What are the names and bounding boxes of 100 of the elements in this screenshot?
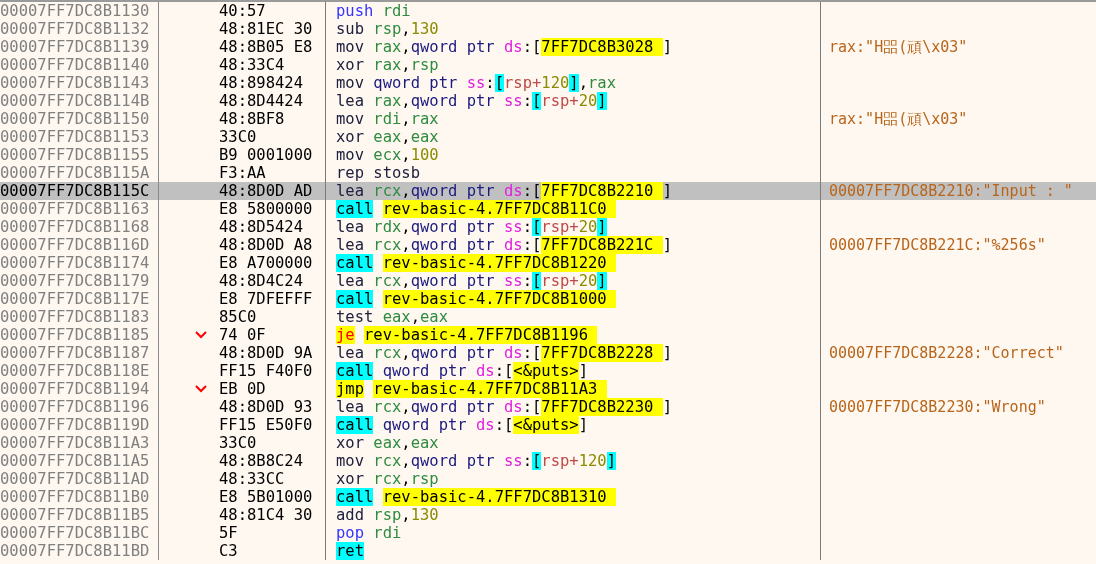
- bytes-cell: E8 A700000: [219, 254, 313, 272]
- bytes-cell: 5F: [219, 524, 238, 542]
- address-cell: 00007FF7DC8B1163: [0, 200, 150, 218]
- instruction-cell: pop rdi: [336, 524, 402, 542]
- bytes-cell: 33C0: [219, 434, 257, 452]
- instruction-cell: add rsp,130: [336, 506, 439, 524]
- bytes-cell: B9 0001000: [219, 146, 313, 164]
- bytes-cell: 48:8B05 E8: [219, 38, 313, 56]
- instruction-cell: sub rsp,130: [336, 20, 439, 38]
- instruction-cell: push rdi: [336, 2, 411, 20]
- table-row[interactable]: 00007FF7DC8B1187 48:8D0D 9A lea rcx,qword ptr ds:[7FF7DC8B2228 ] 00007FF7DC8B2228:"Correct": [0, 344, 1096, 362]
- address-cell: 00007FF7DC8B1143: [0, 74, 150, 92]
- bytes-cell: FF15 F40F0: [219, 362, 313, 380]
- bytes-cell: 48:81EC 30: [219, 20, 313, 38]
- bytes-cell: E8 5800000: [219, 200, 313, 218]
- bytes-cell: 48:8D0D AD: [219, 182, 313, 200]
- instruction-cell: mov rcx,qword ptr ss:[rsp+120]: [336, 452, 617, 470]
- table-row[interactable]: 00007FF7DC8B1155 B9 0001000 mov ecx,100: [0, 146, 1096, 164]
- instruction-cell: lea rcx,qword ptr ds:[7FF7DC8B2230 ]: [336, 398, 672, 416]
- address-cell: 00007FF7DC8B1139: [0, 38, 150, 56]
- instruction-cell: test eax,eax: [336, 308, 448, 326]
- table-row[interactable]: 00007FF7DC8B114B 48:8D4424 lea rax,qword ptr ss:[rsp+20]: [0, 92, 1096, 110]
- address-cell: 00007FF7DC8B1150: [0, 110, 150, 128]
- instruction-cell: jmp rev-basic-4.7FF7DC8B11A3: [336, 380, 607, 398]
- table-row[interactable]: 00007FF7DC8B11A5 48:8B8C24 mov rcx,qword ptr ss:[rsp+120]: [0, 452, 1096, 470]
- address-cell: 00007FF7DC8B1183: [0, 308, 150, 326]
- address-cell: 00007FF7DC8B1196: [0, 398, 150, 416]
- address-cell: 00007FF7DC8B115A: [0, 164, 150, 182]
- bytes-cell: 74 0F: [219, 326, 266, 344]
- address-cell: 00007FF7DC8B1132: [0, 20, 150, 38]
- instruction-cell: xor eax,eax: [336, 128, 439, 146]
- bytes-cell: C3: [219, 542, 238, 560]
- instruction-cell: call rev-basic-4.7FF7DC8B11C0: [336, 200, 616, 218]
- bytes-cell: 48:898424: [219, 74, 303, 92]
- address-cell: 00007FF7DC8B1140: [0, 56, 150, 74]
- table-row[interactable]: 00007FF7DC8B1194 EB 0D jmp rev-basic-4.7FF7DC8B11A3: [0, 380, 1096, 398]
- instruction-cell: lea rdx,qword ptr ss:[rsp+20]: [336, 218, 607, 236]
- address-cell: 00007FF7DC8B11A3: [0, 434, 150, 452]
- comment-cell: rax:"H㗊(頑\x03": [829, 110, 968, 128]
- address-cell: 00007FF7DC8B114B: [0, 92, 150, 110]
- instruction-cell: mov rdi,rax: [336, 110, 439, 128]
- address-cell: 00007FF7DC8B115C: [0, 182, 150, 200]
- bytes-cell: 48:8D0D A8: [219, 236, 313, 254]
- table-row[interactable]: 00007FF7DC8B115C 48:8D0D AD lea rcx,qword ptr ds:[7FF7DC8B2210 ] 00007FF7DC8B2210:"Input : ": [0, 182, 1096, 200]
- address-cell: 00007FF7DC8B1187: [0, 344, 150, 362]
- bytes-cell: 48:8B8C24: [219, 452, 303, 470]
- table-row[interactable]: 00007FF7DC8B117E E8 7DFEFFF call rev-basic-4.7FF7DC8B1000: [0, 290, 1096, 308]
- instruction-cell: call rev-basic-4.7FF7DC8B1000: [336, 290, 616, 308]
- instruction-cell: call rev-basic-4.7FF7DC8B1220: [336, 254, 616, 272]
- comment-cell: 00007FF7DC8B2228:"Correct": [829, 344, 1064, 362]
- instruction-cell: xor eax,eax: [336, 434, 439, 452]
- instruction-cell: ret: [336, 542, 364, 560]
- bytes-cell: 48:8D0D 93: [219, 398, 313, 416]
- bytes-cell: 33C0: [219, 128, 257, 146]
- instruction-cell: mov rax,qword ptr ds:[7FF7DC8B3028 ]: [336, 38, 672, 56]
- table-row[interactable]: 00007FF7DC8B119D FF15 E50F0 call qword ptr ds:[<&puts>]: [0, 416, 1096, 434]
- instruction-cell: call qword ptr ds:[<&puts>]: [336, 416, 588, 434]
- bytes-cell: EB 0D: [219, 380, 266, 398]
- address-cell: 00007FF7DC8B116D: [0, 236, 150, 254]
- bytes-cell: E8 5B01000: [219, 488, 313, 506]
- address-cell: 00007FF7DC8B1174: [0, 254, 150, 272]
- bytes-cell: 48:81C4 30: [219, 506, 313, 524]
- address-cell: 00007FF7DC8B11AD: [0, 470, 150, 488]
- comment-cell: 00007FF7DC8B221C:"%256s": [829, 236, 1046, 254]
- bytes-cell: 48:8D0D 9A: [219, 344, 313, 362]
- address-cell: 00007FF7DC8B1130: [0, 2, 150, 20]
- table-row[interactable]: 00007FF7DC8B1185 74 0F je rev-basic-4.7FF7DC8B1196: [0, 326, 1096, 344]
- instruction-cell: rep stosb: [336, 164, 420, 182]
- table-row[interactable]: 00007FF7DC8B1174 E8 A700000 call rev-basic-4.7FF7DC8B1220: [0, 254, 1096, 272]
- bytes-cell: E8 7DFEFFF: [219, 290, 313, 308]
- bytes-cell: FF15 E50F0: [219, 416, 313, 434]
- table-row[interactable]: 00007FF7DC8B1139 48:8B05 E8 mov rax,qword ptr ds:[7FF7DC8B3028 ] rax:"H㗊(頑\x03": [0, 38, 1096, 56]
- bytes-cell: 48:33C4: [219, 56, 285, 74]
- bytes-cell: 48:8BF8: [219, 110, 285, 128]
- table-row[interactable]: 00007FF7DC8B11BD C3 ret: [0, 542, 1096, 560]
- comment-cell: 00007FF7DC8B2210:"Input : ": [829, 182, 1073, 200]
- instruction-cell: mov ecx,100: [336, 146, 439, 164]
- address-cell: 00007FF7DC8B11BD: [0, 542, 150, 560]
- instruction-cell: call rev-basic-4.7FF7DC8B1310: [336, 488, 616, 506]
- instruction-cell: lea rcx,qword ptr ds:[7FF7DC8B2210 ]: [336, 182, 672, 200]
- address-cell: 00007FF7DC8B118E: [0, 362, 150, 380]
- instruction-cell: lea rcx,qword ptr ds:[7FF7DC8B2228 ]: [336, 344, 672, 362]
- address-cell: 00007FF7DC8B1168: [0, 218, 150, 236]
- address-cell: 00007FF7DC8B1185: [0, 326, 150, 344]
- table-row[interactable]: 00007FF7DC8B11B0 E8 5B01000 call rev-basic-4.7FF7DC8B1310: [0, 488, 1096, 506]
- instruction-cell: call qword ptr ds:[<&puts>]: [336, 362, 588, 380]
- address-cell: 00007FF7DC8B11BC: [0, 524, 150, 542]
- table-row[interactable]: 00007FF7DC8B1153 33C0 xor eax,eax: [0, 128, 1096, 146]
- table-row[interactable]: 00007FF7DC8B1196 48:8D0D 93 lea rcx,qword ptr ds:[7FF7DC8B2230 ] 00007FF7DC8B2230:"Wrong": [0, 398, 1096, 416]
- table-row[interactable]: 00007FF7DC8B1163 E8 5800000 call rev-basic-4.7FF7DC8B11C0: [0, 200, 1096, 218]
- instruction-cell: xor rcx,rsp: [336, 470, 439, 488]
- bytes-cell: 48:33CC: [219, 470, 285, 488]
- table-row[interactable]: 00007FF7DC8B1143 48:898424 mov qword ptr ss:[rsp+120],rax: [0, 74, 1096, 92]
- table-row[interactable]: 00007FF7DC8B1130 40:57 push rdi: [0, 2, 1096, 20]
- address-cell: 00007FF7DC8B1194: [0, 380, 150, 398]
- address-cell: 00007FF7DC8B1153: [0, 128, 150, 146]
- table-row[interactable]: 00007FF7DC8B11B5 48:81C4 30 add rsp,130: [0, 506, 1096, 524]
- comment-cell: 00007FF7DC8B2230:"Wrong": [829, 398, 1046, 416]
- table-row[interactable]: 00007FF7DC8B1150 48:8BF8 mov rdi,rax rax:"H㗊(頑\x03": [0, 110, 1096, 128]
- bytes-cell: 48:8D4C24: [219, 272, 303, 290]
